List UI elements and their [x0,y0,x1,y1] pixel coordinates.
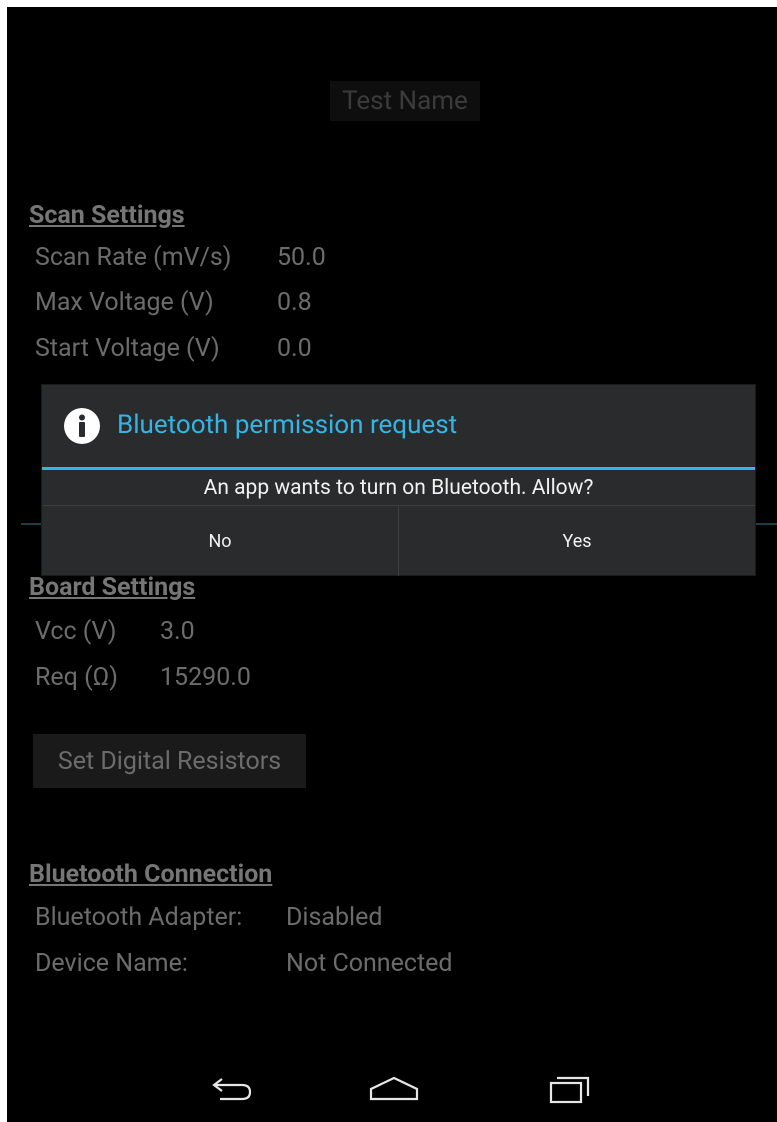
req-label: Req (Ω) [35,663,118,692]
bluetooth-adapter-label: Bluetooth Adapter: [35,903,243,932]
device-name-value: Not Connected [286,949,453,978]
max-voltage-label: Max Voltage (V) [35,288,214,317]
yes-button[interactable]: Yes [399,506,755,576]
scan-rate-value[interactable]: 50.0 [277,243,326,272]
dialog-button-bar: No Yes [42,505,755,576]
scan-settings-title: Scan Settings [29,201,185,230]
scan-rate-label: Scan Rate (mV/s) [35,243,232,272]
dialog-header: Bluetooth permission request [42,385,755,469]
start-voltage-value[interactable]: 0.0 [277,334,312,363]
vcc-value[interactable]: 3.0 [160,617,195,646]
back-icon[interactable] [197,1069,267,1109]
recent-apps-icon[interactable] [535,1069,605,1109]
system-navigation-bar [7,1055,777,1122]
set-digital-resistors-button[interactable]: Set Digital Resistors [33,734,306,788]
req-value[interactable]: 15290.0 [160,663,251,692]
dialog-title: Bluetooth permission request [117,410,458,440]
app-screen: Test Name Scan Settings Scan Rate (mV/s)… [7,7,777,1122]
bluetooth-connection-title: Bluetooth Connection [29,860,273,889]
home-icon[interactable] [359,1069,429,1109]
max-voltage-value[interactable]: 0.8 [277,288,312,317]
bluetooth-adapter-value: Disabled [286,903,383,932]
device-name-label: Device Name: [35,949,188,978]
no-button[interactable]: No [42,506,398,576]
start-voltage-label: Start Voltage (V) [35,334,220,363]
dialog-message: An app wants to turn on Bluetooth. Allow… [203,476,594,500]
info-icon [64,408,100,444]
board-settings-title: Board Settings [29,573,196,602]
bluetooth-permission-dialog: Bluetooth permission request An app want… [42,385,755,576]
vcc-label: Vcc (V) [35,617,117,646]
test-name-field[interactable]: Test Name [330,81,480,121]
